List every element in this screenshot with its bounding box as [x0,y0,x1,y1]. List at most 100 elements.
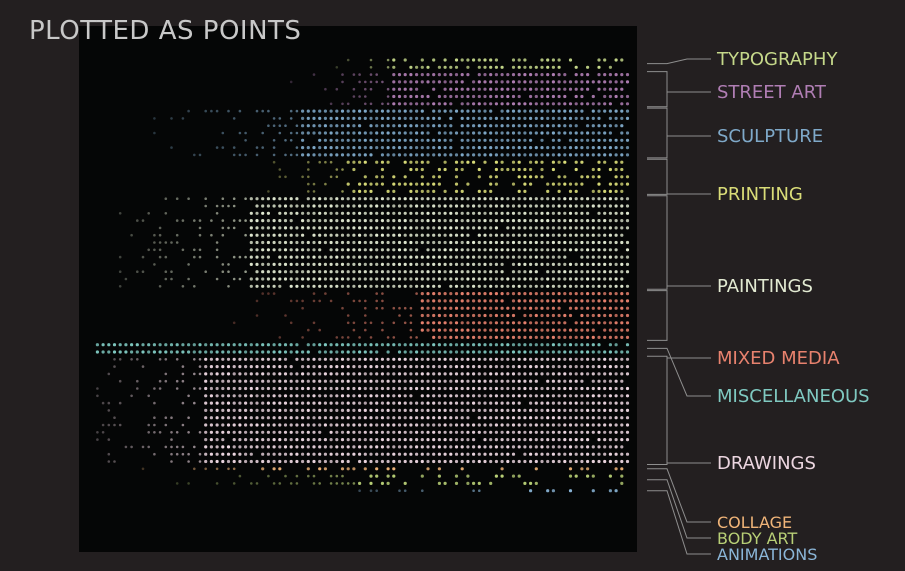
data-point [409,189,413,193]
data-point [147,445,150,449]
data-point [620,394,624,398]
data-point [164,197,168,200]
data-point [363,365,367,369]
data-point [563,226,567,230]
data-point [323,240,327,245]
data-point [597,240,601,245]
data-point [563,116,567,120]
data-point [346,182,350,186]
data-point [620,73,624,77]
data-point [153,416,156,420]
data-point [597,335,601,339]
data-point [312,357,316,361]
data-point [312,146,316,150]
data-point [477,372,481,376]
data-point [529,131,533,135]
data-point [625,131,630,135]
data-point [500,335,504,339]
data-point [306,357,310,361]
data-point [415,131,419,135]
data-point [352,233,356,237]
data-point [472,438,476,442]
data-point [278,430,282,434]
data-point [489,262,493,266]
data-point [261,131,265,135]
data-point [534,386,538,391]
data-point [574,430,578,434]
data-point [221,386,225,391]
data-point [255,197,259,201]
data-point [460,116,464,120]
data-point [261,386,265,391]
data-point [289,262,293,266]
data-point [249,379,253,383]
data-point [249,408,253,412]
data-point [511,408,516,412]
data-point [278,438,282,442]
data-point [392,124,396,128]
data-point [466,182,470,186]
data-point [312,482,316,485]
data-point [540,423,544,427]
data-point [221,343,225,347]
data-point [500,270,504,274]
data-point [352,116,356,120]
data-point [312,438,316,442]
data-point [472,372,476,376]
data-point [323,401,327,405]
data-point [398,306,401,310]
data-point [523,394,527,398]
data-point [494,321,498,325]
data-point [477,211,481,215]
data-point [466,299,470,303]
data-point [403,357,407,361]
data-point [323,343,327,347]
data-point [364,80,367,84]
data-point [454,445,459,449]
data-point [597,408,601,412]
data-point [358,379,362,383]
data-point [283,343,288,347]
data-point [500,124,504,128]
data-point [255,386,259,391]
data-point [614,350,618,354]
data-point [306,438,310,442]
data-point [369,438,373,442]
data-point [232,408,236,412]
data-point [386,386,390,391]
data-point [153,431,156,434]
data-point [232,153,236,157]
data-point [306,262,310,266]
data-point [130,358,133,361]
data-point [586,138,590,142]
data-point [204,467,207,471]
data-point [586,445,590,449]
data-point [420,262,424,266]
data-point [580,343,584,347]
data-point [363,423,367,427]
data-point [620,146,624,150]
data-point [426,73,430,77]
data-point [380,182,384,186]
data-point [329,284,333,288]
data-point [580,226,584,230]
data-point [238,401,242,405]
data-point [625,335,630,339]
data-point [568,401,573,405]
data-point [323,379,327,383]
data-point [329,153,333,157]
data-point [580,87,584,91]
data-point [454,328,459,332]
data-point [432,116,436,120]
data-point [306,401,310,405]
data-point [415,386,419,391]
data-point [369,66,373,69]
data-point [193,248,196,252]
data-point [494,175,498,179]
data-point [255,350,259,354]
data-point [301,255,305,259]
data-point [375,306,379,310]
data-point [329,416,333,420]
data-point [386,277,390,281]
data-point [267,124,270,127]
